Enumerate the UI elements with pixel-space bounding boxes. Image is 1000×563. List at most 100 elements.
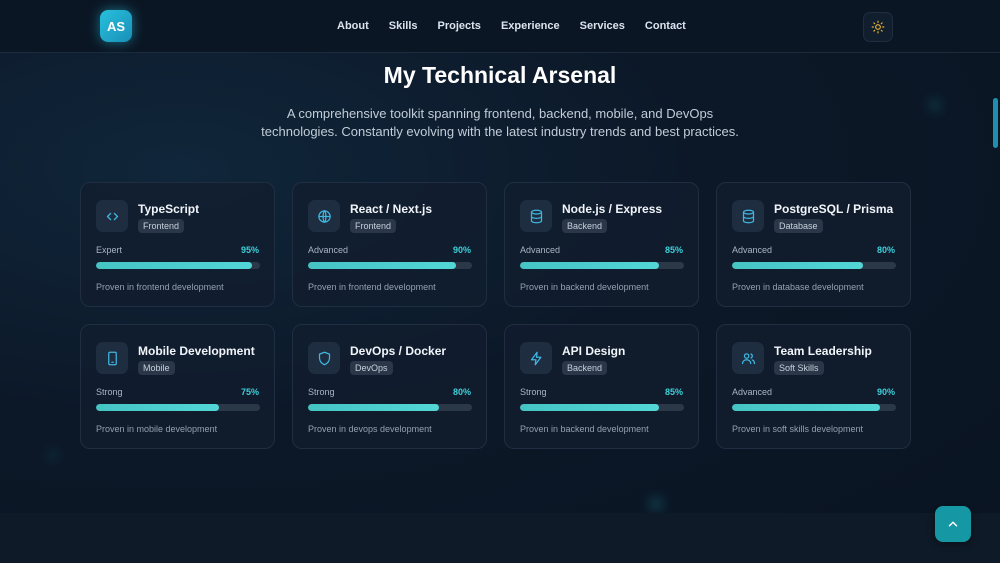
nav-link-projects[interactable]: Projects bbox=[438, 20, 481, 32]
skill-note: Proven in devops development bbox=[308, 424, 432, 434]
database-icon bbox=[530, 209, 542, 223]
code-icon bbox=[106, 212, 118, 220]
skill-card: API Design Backend Strong 85% Proven in … bbox=[504, 324, 699, 449]
skill-card: TypeScript Frontend Expert 95% Proven in… bbox=[80, 182, 275, 307]
skill-name: Mobile Development bbox=[138, 344, 255, 358]
skill-icon-box bbox=[308, 342, 340, 374]
skill-level: Strong bbox=[520, 387, 547, 397]
skill-progress-track bbox=[732, 404, 896, 411]
skill-category-badge: Frontend bbox=[138, 219, 185, 233]
skill-note: Proven in frontend development bbox=[308, 282, 436, 292]
skill-note: Proven in backend development bbox=[520, 282, 649, 292]
skill-category-badge: Soft Skills bbox=[774, 361, 824, 375]
nav-link-skills[interactable]: Skills bbox=[389, 20, 418, 32]
skill-level: Expert bbox=[96, 245, 123, 255]
skill-category-badge: Backend bbox=[562, 219, 608, 233]
skill-icon-box bbox=[96, 200, 128, 232]
sun-icon bbox=[871, 20, 885, 34]
skill-progress-fill bbox=[96, 262, 252, 269]
skill-note: Proven in backend development bbox=[520, 424, 649, 434]
skill-category-badge: Frontend bbox=[350, 219, 397, 233]
skill-name: DevOps / Docker bbox=[350, 344, 447, 358]
background-glow bbox=[650, 498, 662, 510]
skill-percent: 75% bbox=[240, 387, 259, 397]
scrollbar-thumb[interactable] bbox=[993, 98, 998, 148]
chevron-up-icon bbox=[948, 521, 958, 527]
skill-level: Advanced bbox=[732, 387, 773, 397]
shield-icon bbox=[318, 351, 330, 365]
skill-card: Team Leadership Soft Skills Advanced 90%… bbox=[716, 324, 911, 449]
skill-note: Proven in frontend development bbox=[96, 282, 224, 292]
skill-icon-box bbox=[308, 200, 340, 232]
logo[interactable]: AS bbox=[100, 10, 132, 42]
skill-progress-fill bbox=[520, 404, 660, 411]
skill-percent: 80% bbox=[876, 245, 895, 255]
skill-card: Mobile Development Mobile Strong 75% Pro… bbox=[80, 324, 275, 449]
skill-icon-box bbox=[520, 200, 552, 232]
skill-progress-track bbox=[96, 262, 260, 269]
skill-card: React / Next.js Frontend Advanced 90% Pr… bbox=[292, 182, 487, 307]
lightning-icon bbox=[530, 351, 541, 365]
skill-icon-box bbox=[732, 342, 764, 374]
skill-icon-box bbox=[96, 342, 128, 374]
skill-level: Advanced bbox=[308, 245, 349, 255]
section-subtitle: A comprehensive toolkit spanning fronten… bbox=[261, 106, 739, 139]
skill-progress-track bbox=[308, 262, 472, 269]
skill-category-badge: Backend bbox=[562, 361, 608, 375]
skill-category-badge: Database bbox=[774, 219, 823, 233]
skill-progress-fill bbox=[732, 262, 864, 269]
skill-card: Node.js / Express Backend Advanced 85% P… bbox=[504, 182, 699, 307]
skill-percent: 85% bbox=[664, 387, 683, 397]
skill-note: Proven in database development bbox=[732, 282, 864, 292]
skill-level: Advanced bbox=[732, 245, 773, 255]
skill-percent: 85% bbox=[664, 245, 683, 255]
skill-icon-box bbox=[732, 200, 764, 232]
skill-percent: 90% bbox=[876, 387, 895, 397]
skill-progress-fill bbox=[520, 262, 660, 269]
skill-progress-fill bbox=[308, 262, 456, 269]
nav-link-experience[interactable]: Experience bbox=[501, 20, 560, 32]
navbar: AS About Skills Projects Experience Serv… bbox=[0, 0, 1000, 53]
skill-level: Strong bbox=[308, 387, 335, 397]
skill-icon-box bbox=[520, 342, 552, 374]
next-section-band bbox=[0, 513, 1000, 563]
skill-progress-fill bbox=[732, 404, 880, 411]
nav-link-services[interactable]: Services bbox=[580, 20, 625, 32]
theme-toggle-button[interactable] bbox=[863, 12, 893, 42]
users-icon bbox=[741, 352, 755, 364]
skill-percent: 90% bbox=[452, 245, 471, 255]
background-glow bbox=[48, 450, 58, 460]
section-title: My Technical Arsenal bbox=[383, 62, 617, 88]
nav-links: About Skills Projects Experience Service… bbox=[337, 0, 706, 52]
nav-link-contact[interactable]: Contact bbox=[645, 20, 686, 32]
skill-category-badge: Mobile bbox=[138, 361, 175, 375]
skill-card: PostgreSQL / Prisma Database Advanced 80… bbox=[716, 182, 911, 307]
skill-level: Advanced bbox=[520, 245, 561, 255]
skill-name: TypeScript bbox=[138, 202, 200, 216]
skill-percent: 80% bbox=[452, 387, 471, 397]
skill-progress-track bbox=[308, 404, 472, 411]
skill-level: Strong bbox=[96, 387, 123, 397]
skill-note: Proven in soft skills development bbox=[732, 424, 864, 434]
skill-name: API Design bbox=[562, 344, 626, 358]
skill-category-badge: DevOps bbox=[350, 361, 393, 375]
skill-progress-track bbox=[520, 262, 684, 269]
skill-name: Node.js / Express bbox=[562, 202, 663, 216]
skill-percent: 95% bbox=[240, 245, 259, 255]
nav-link-about[interactable]: About bbox=[337, 20, 369, 32]
skill-name: React / Next.js bbox=[350, 202, 433, 216]
skill-progress-fill bbox=[308, 404, 440, 411]
skill-progress-track bbox=[520, 404, 684, 411]
globe-icon bbox=[317, 209, 331, 223]
smartphone-icon bbox=[107, 351, 117, 365]
skill-progress-track bbox=[732, 262, 896, 269]
skill-note: Proven in mobile development bbox=[96, 424, 218, 434]
skill-progress-fill bbox=[96, 404, 219, 411]
skill-name: Team Leadership bbox=[774, 344, 872, 358]
scroll-to-top-button[interactable] bbox=[935, 506, 971, 542]
background-glow bbox=[930, 100, 940, 110]
skill-name: PostgreSQL / Prisma bbox=[774, 202, 894, 216]
skill-progress-track bbox=[96, 404, 260, 411]
skill-card: DevOps / Docker DevOps Strong 80% Proven… bbox=[292, 324, 487, 449]
database-icon bbox=[742, 209, 754, 223]
